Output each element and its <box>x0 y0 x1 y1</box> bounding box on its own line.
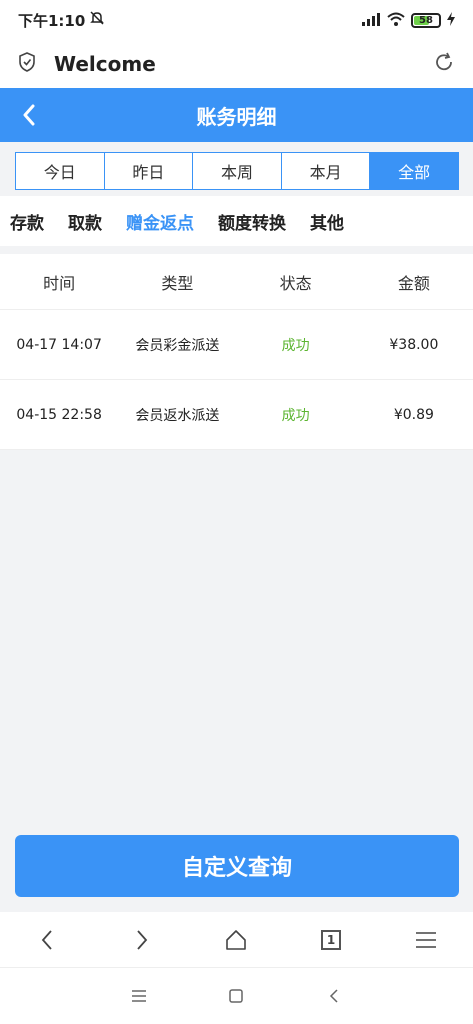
tab-yesterday[interactable]: 昨日 <box>105 153 194 189</box>
tabs-button[interactable]: 1 <box>311 920 351 960</box>
browser-header: Welcome <box>0 40 473 88</box>
status-bar: 下午1:10 58 <box>0 0 473 40</box>
browser-toolbar: 1 <box>0 912 473 968</box>
tab-this-month[interactable]: 本月 <box>282 153 371 189</box>
header-amount: 金额 <box>397 273 430 293</box>
recent-apps-icon[interactable] <box>124 981 154 1011</box>
system-back-icon[interactable] <box>319 981 349 1011</box>
header-time: 时间 <box>43 273 76 293</box>
tab-all[interactable]: 全部 <box>370 153 458 189</box>
category-transfer[interactable]: 额度转换 <box>218 209 286 234</box>
header-type: 类型 <box>161 273 194 293</box>
status-time-group: 下午1:10 <box>18 10 105 31</box>
row-time: 04-15 22:58 <box>16 406 102 423</box>
signal-icon <box>361 12 381 29</box>
back-icon[interactable] <box>14 100 44 130</box>
row-type: 会员彩金派送 <box>135 337 220 354</box>
category-deposit[interactable]: 存款 <box>10 209 44 234</box>
row-status: 成功 <box>281 337 310 354</box>
tab-count: 1 <box>321 929 342 950</box>
nav-back-icon[interactable] <box>27 920 67 960</box>
custom-query-button[interactable]: 自定义查询 <box>15 835 459 897</box>
category-other[interactable]: 其他 <box>310 209 344 234</box>
home-icon[interactable] <box>216 920 256 960</box>
page-title: 账务明细 <box>196 104 277 129</box>
browser-page-title: Welcome <box>54 52 156 76</box>
status-time: 下午1:10 <box>18 11 86 30</box>
category-tabs: 存款 取款 赠金返点 额度转换 其他 <box>0 196 473 246</box>
row-amount: ¥38.00 <box>389 336 439 353</box>
header-status: 状态 <box>279 273 312 293</box>
category-bonus-rebate[interactable]: 赠金返点 <box>126 209 194 234</box>
category-withdraw[interactable]: 取款 <box>68 209 102 234</box>
mute-icon <box>89 10 105 30</box>
system-navbar <box>0 968 473 1024</box>
tab-today[interactable]: 今日 <box>16 153 105 189</box>
menu-icon[interactable] <box>406 920 446 960</box>
shield-icon[interactable] <box>18 52 36 76</box>
row-type: 会员返水派送 <box>135 407 220 424</box>
refresh-icon[interactable] <box>433 51 455 77</box>
tab-this-week[interactable]: 本周 <box>193 153 282 189</box>
battery-level: 58 <box>419 14 433 26</box>
charging-icon <box>447 11 455 29</box>
row-amount: ¥0.89 <box>393 406 434 423</box>
status-icons: 58 <box>361 11 455 29</box>
transactions-table: 时间 类型 状态 金额 04-17 14:07 会员彩金派送 成功 ¥38.00… <box>0 254 473 450</box>
row-status: 成功 <box>281 407 310 424</box>
date-filter-tabs: 今日 昨日 本周 本月 全部 <box>15 152 459 190</box>
table-header: 时间 类型 状态 金额 <box>0 254 473 310</box>
app-navbar: 账务明细 <box>0 88 473 142</box>
wifi-icon <box>387 12 405 29</box>
battery-icon: 58 <box>411 12 441 28</box>
system-home-icon[interactable] <box>221 981 251 1011</box>
nav-forward-icon[interactable] <box>122 920 162 960</box>
row-time: 04-17 14:07 <box>16 336 102 353</box>
table-row[interactable]: 04-17 14:07 会员彩金派送 成功 ¥38.00 <box>0 310 473 380</box>
table-row[interactable]: 04-15 22:58 会员返水派送 成功 ¥0.89 <box>0 380 473 450</box>
